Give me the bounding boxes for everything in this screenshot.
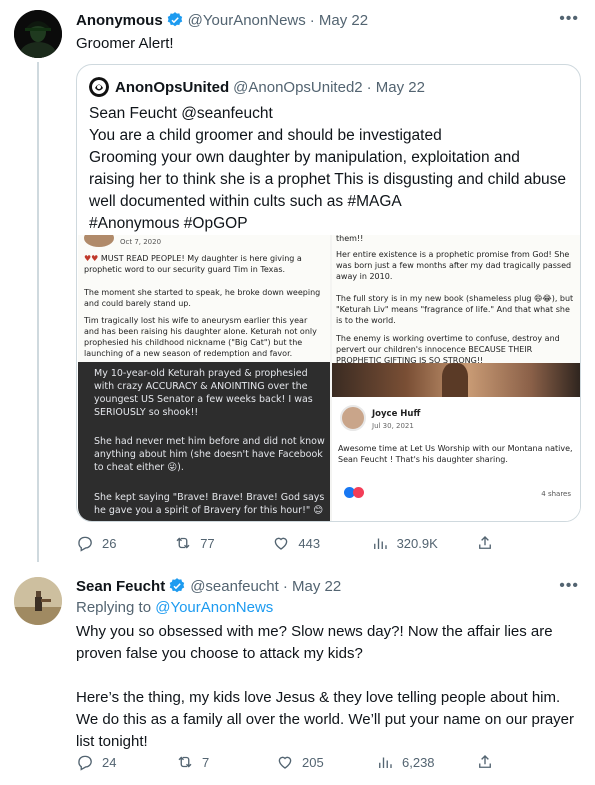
reply-count: 26	[102, 535, 117, 551]
anonymous-avatar[interactable]	[14, 10, 62, 58]
card-text: Awesome time at Let Us Worship with our …	[338, 444, 573, 464]
views-icon	[379, 757, 392, 768]
like-button[interactable]: 205	[276, 753, 336, 771]
tweet-anonymous[interactable]: Anonymous @YourAnonNews · May 22 ••• Gro…	[0, 0, 595, 565]
like-count: 443	[298, 535, 321, 551]
tweet2-actions: 24 7 205 6,238	[76, 753, 496, 771]
right-post-top: them!!	[336, 235, 364, 243]
share-button[interactable]	[476, 753, 496, 771]
retweet-icon	[178, 756, 192, 768]
share-icon	[479, 755, 491, 768]
reply-icon	[78, 536, 92, 552]
sean-feucht-avatar[interactable]	[14, 577, 62, 625]
media-image-left[interactable]: Oct 7, 2020 ♥♥ MUST READ PEOPLE! My daug…	[78, 235, 330, 521]
author-name[interactable]: Anonymous	[76, 12, 163, 29]
tweet-date[interactable]: · May 22	[283, 578, 341, 595]
reply-count: 24	[102, 754, 117, 770]
tweet1-actions: 26 77 443 320.9K	[76, 534, 496, 552]
quote-date: · May 22	[366, 78, 425, 96]
tweet-date[interactable]: · May 22	[310, 12, 368, 29]
retweet-count: 77	[200, 535, 215, 551]
left-post-p3: Tim tragically lost his wife to aneurysm…	[84, 316, 317, 358]
reply-icon	[78, 755, 92, 771]
author-handle[interactable]: @YourAnonNews	[188, 12, 306, 29]
retweet-count: 7	[202, 754, 210, 770]
right-post-p1: Her entire existence is a prophetic prom…	[336, 250, 572, 281]
facebook-card: Joyce Huff Jul 30, 2021 Awesome time at …	[332, 397, 580, 521]
fb-post-p2: She had never met him before and did not…	[94, 436, 325, 473]
post-avatar	[84, 235, 114, 247]
quote-header: AnonOpsUnited @AnonOpsUnited2 · May 22	[89, 77, 425, 97]
like-count: 205	[302, 754, 324, 770]
left-post-p2: The moment she started to speak, he brok…	[84, 288, 321, 308]
like-button[interactable]: 443	[272, 534, 332, 552]
author-name[interactable]: Sean Feucht	[76, 578, 165, 595]
view-count: 320.9K	[396, 535, 438, 551]
fb-post-p3: She kept saying "Brave! Brave! Brave! Go…	[94, 492, 325, 516]
card-shares: 4 shares	[541, 490, 571, 498]
more-options-icon[interactable]: •••	[559, 577, 579, 595]
reply-button[interactable]: 26	[76, 534, 136, 552]
quote-text: Sean Feucht @seanfeucht You are a child …	[89, 105, 567, 232]
retweet-button[interactable]: 77	[174, 534, 234, 552]
reply-button[interactable]: 24	[76, 753, 136, 771]
retweet-icon	[176, 537, 190, 549]
quote-author-handle: @AnonOpsUnited2	[233, 78, 363, 96]
tweet-text: Groomer Alert!	[76, 35, 174, 52]
left-post-p1: ♥♥ MUST READ PEOPLE! My daughter is here…	[84, 254, 302, 274]
quote-media[interactable]: Oct 7, 2020 ♥♥ MUST READ PEOPLE! My daug…	[78, 235, 580, 521]
view-count: 6,238	[402, 754, 435, 770]
share-button[interactable]	[476, 534, 496, 552]
quote-author-name: AnonOpsUnited	[115, 78, 230, 96]
thread-line	[37, 62, 39, 562]
event-photo	[332, 363, 580, 397]
verified-badge-icon	[167, 12, 182, 27]
replying-to: Replying to @YourAnonNews	[76, 599, 274, 616]
left-post-date: Oct 7, 2020	[120, 238, 162, 246]
replying-to-link[interactable]: @YourAnonNews	[155, 599, 273, 616]
views-button[interactable]: 6,238	[376, 753, 436, 771]
right-post-p2: The full story is in my new book (shamel…	[336, 294, 574, 325]
retweet-button[interactable]: 7	[176, 753, 236, 771]
heart-icon	[275, 537, 288, 550]
card-date: Jul 30, 2021	[372, 422, 414, 430]
joyce-avatar	[340, 405, 366, 431]
anonopsunited-avatar	[89, 77, 109, 97]
fb-post-p1: My 10-year-old Keturah prayed & prophesi…	[94, 368, 313, 418]
reaction-icons	[344, 487, 364, 498]
heart-icon	[278, 756, 292, 769]
views-button[interactable]: 320.9K	[371, 534, 438, 552]
tweet-header: Anonymous @YourAnonNews · May 22	[76, 11, 368, 29]
verified-badge-icon	[169, 578, 185, 593]
share-icon	[479, 536, 491, 549]
right-post-p3: The enemy is working overtime to confuse…	[336, 334, 560, 365]
views-icon	[373, 538, 387, 549]
more-options-icon[interactable]: •••	[559, 10, 579, 28]
tweet-sean-feucht[interactable]: Sean Feucht @seanfeucht · May 22 ••• Rep…	[0, 565, 595, 785]
card-author: Joyce Huff	[372, 409, 421, 419]
quoted-tweet[interactable]: AnonOpsUnited @AnonOpsUnited2 · May 22 S…	[76, 64, 581, 522]
author-handle[interactable]: @seanfeucht	[190, 578, 279, 595]
tweet-text: Why you so obsessed with me? Slow news d…	[76, 623, 575, 750]
tweet2-header: Sean Feucht @seanfeucht · May 22	[76, 577, 341, 595]
media-image-right[interactable]: them!! Her entire existence is a prophet…	[332, 235, 580, 521]
